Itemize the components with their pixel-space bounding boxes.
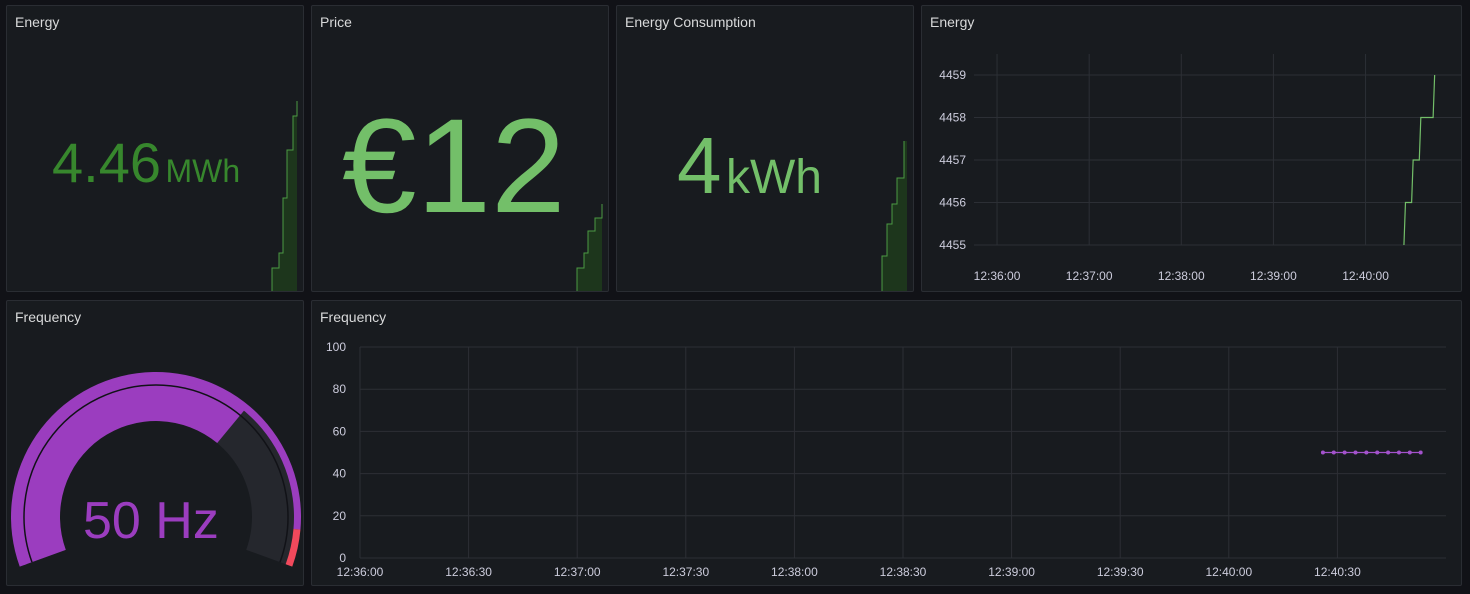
- x-tick-label: 12:37:30: [662, 565, 709, 579]
- y-tick-label: 100: [326, 340, 346, 354]
- x-tick-label: 12:40:00: [1205, 565, 1252, 579]
- gauge-value: 50 Hz: [83, 492, 219, 550]
- data-point: [1342, 450, 1347, 455]
- data-point: [1396, 450, 1401, 455]
- energy-timeseries-panel: Energy 12:36:00 12:37:00 12:38:00 12:39:00 1…: [921, 5, 1462, 292]
- y-tick-label: 40: [333, 467, 347, 481]
- frequency-timeseries-panel: Frequency 12:36:00 12:36:30 12:37:00 12:37:…: [311, 300, 1462, 586]
- data-point: [1320, 450, 1325, 455]
- y-tick-label: 4457: [939, 153, 966, 167]
- data-point: [1407, 450, 1412, 455]
- x-tick-label: 12:38:30: [880, 565, 927, 579]
- x-tick-label: 12:38:00: [771, 565, 818, 579]
- energy-chart[interactable]: 12:36:00 12:37:00 12:38:00 12:39:00 12:40:00…: [922, 6, 1462, 292]
- data-point: [1353, 450, 1358, 455]
- y-tick-label: 4456: [939, 196, 966, 210]
- energy-value: 4.46: [52, 131, 161, 194]
- energy-value-group: 4.46 MWh: [52, 130, 240, 195]
- frequency-chart[interactable]: 12:36:00 12:36:30 12:37:00 12:37:30 12:38:00…: [312, 301, 1462, 586]
- consumption-value: 4: [677, 121, 722, 210]
- data-point: [1331, 450, 1336, 455]
- data-point: [1418, 450, 1423, 455]
- x-tick-label: 12:40:00: [1342, 269, 1389, 283]
- data-point: [1375, 450, 1380, 455]
- x-tick-label: 12:39:30: [1097, 565, 1144, 579]
- x-tick-label: 12:37:00: [1066, 269, 1113, 283]
- x-tick-label: 12:36:00: [974, 269, 1021, 283]
- y-tick-label: 60: [333, 424, 347, 438]
- x-tick-label: 12:36:30: [445, 565, 492, 579]
- data-point: [1364, 450, 1369, 455]
- y-tick-label: 4459: [939, 68, 966, 82]
- energy-unit: MWh: [165, 153, 241, 189]
- x-tick-label: 12:36:00: [337, 565, 384, 579]
- energy-stat-panel: Energy 4.46 MWh: [6, 5, 304, 292]
- sparkline-area: [882, 141, 907, 291]
- frequency-gauge-panel: Frequency 50 Hz: [6, 300, 304, 586]
- x-tick-label: 12:38:00: [1158, 269, 1205, 283]
- y-tick-label: 4455: [939, 238, 966, 252]
- price-stat-panel: Price €12: [311, 5, 609, 292]
- x-tick-label: 12:40:30: [1314, 565, 1361, 579]
- x-tick-label: 12:39:00: [1250, 269, 1297, 283]
- consumption-unit: kWh: [725, 151, 822, 204]
- y-tick-label: 4458: [939, 111, 966, 125]
- consumption-stat-panel: Energy Consumption 4 kWh: [616, 5, 914, 292]
- price-value: €12: [342, 92, 566, 241]
- sparkline-area: [577, 204, 602, 291]
- data-point: [1386, 450, 1391, 455]
- consumption-value-group: 4 kWh: [677, 120, 822, 212]
- x-tick-label: 12:39:00: [988, 565, 1035, 579]
- x-tick-label: 12:37:00: [554, 565, 601, 579]
- y-tick-label: 0: [339, 551, 346, 565]
- y-tick-label: 20: [333, 509, 347, 523]
- y-tick-label: 80: [333, 382, 347, 396]
